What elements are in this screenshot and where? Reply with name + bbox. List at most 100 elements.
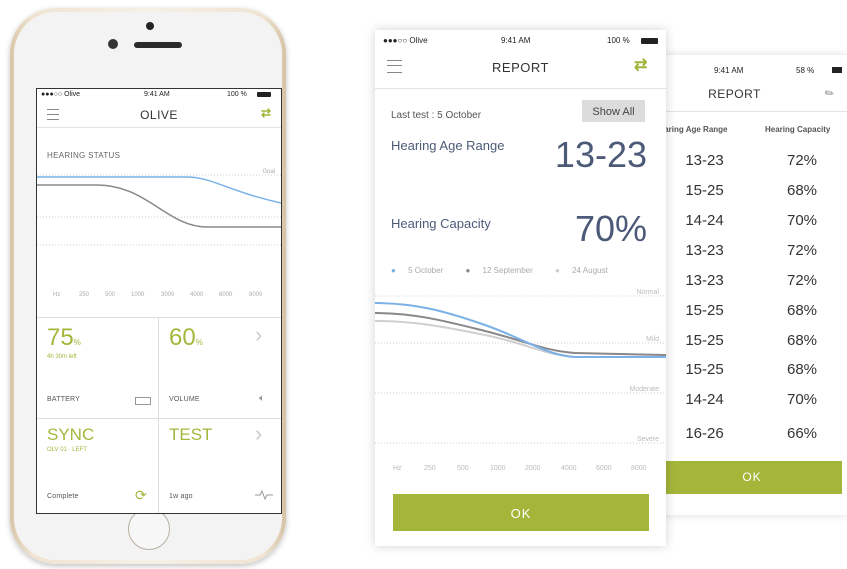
carrier-text: ●●●○○ Olive xyxy=(41,91,81,98)
history-age-cell: 16-26 xyxy=(685,425,724,442)
freq-tick: 1000 xyxy=(490,465,506,472)
header-divider xyxy=(662,111,847,112)
report-title: REPORT xyxy=(708,87,761,101)
speaker-icon: 🔈︎ xyxy=(259,393,265,404)
freq-tick: 6000 xyxy=(219,292,233,298)
app-title: OLIVE xyxy=(140,108,178,122)
volume-tile[interactable]: 60% › VOLUME 🔈︎ xyxy=(159,317,281,418)
last-test-date: Last test : 5 October xyxy=(391,110,482,121)
hearing-status-graph: Goal xyxy=(37,169,281,246)
legend-item: ● 12 September xyxy=(465,266,533,275)
sync-tile[interactable]: SYNC OLV 01 · LEFT Complete ⟳ xyxy=(37,418,159,513)
battery-unit: % xyxy=(73,338,81,347)
freq-tick: 2000 xyxy=(525,465,541,472)
history-age-cell: 13-23 xyxy=(685,242,724,259)
test-value: TEST xyxy=(169,425,213,444)
status-bar: ●●●○○ Olive 9:41 AM 100 % xyxy=(37,89,281,101)
level-moderate: Moderate xyxy=(629,386,659,393)
battery-icon xyxy=(641,38,658,44)
goal-label: Goal xyxy=(262,169,275,175)
ok-button[interactable]: OK xyxy=(393,494,649,531)
report-title: REPORT xyxy=(492,60,549,75)
chevron-right-icon: › xyxy=(255,421,263,446)
chart-legend: ● 5 October ● 12 September ● 24 August xyxy=(391,266,628,275)
history-age-cell: 15-25 xyxy=(685,182,724,199)
col-age-header: Hearing Age Range xyxy=(662,125,728,134)
sync-device: OLV 01 · LEFT xyxy=(47,447,87,453)
battery-text: 58 % xyxy=(796,66,815,75)
sync-value: SYNC xyxy=(47,425,95,444)
history-capacity-cell: 68% xyxy=(786,302,818,319)
swap-icon[interactable]: ⇄ xyxy=(261,106,271,120)
clock-text: 9:41 AM xyxy=(714,66,744,75)
history-capacity-cell: 70% xyxy=(786,212,818,229)
volume-value: 60 xyxy=(169,324,196,351)
history-age-cell: 14-24 xyxy=(685,212,724,229)
freq-tick: 250 xyxy=(424,465,436,472)
hearing-age-label: Hearing Age Range xyxy=(391,138,505,153)
freq-tick: 1000 xyxy=(131,292,145,298)
current-hearing-line xyxy=(37,176,281,204)
chevron-right-icon: › xyxy=(255,322,263,347)
swap-icon[interactable]: ⇄ xyxy=(634,55,647,75)
battery-icon xyxy=(832,67,842,73)
legend-item: ● 5 October xyxy=(391,266,444,275)
history-age-cell: 15-25 xyxy=(685,361,724,378)
earpiece-speaker xyxy=(134,42,182,48)
legend-label: 5 October xyxy=(408,266,444,275)
show-all-button[interactable]: Show All xyxy=(582,100,645,122)
freq-tick: 8000 xyxy=(631,465,647,472)
history-age-cell: 13-23 xyxy=(685,152,724,169)
history-capacity-cell: 70% xyxy=(786,391,818,408)
hearing-capacity-label: Hearing Capacity xyxy=(391,216,491,231)
hearing-capacity-value: 70% xyxy=(574,208,647,249)
level-normal: Normal xyxy=(636,289,659,296)
history-age-cell: 14-24 xyxy=(685,391,724,408)
pulse-icon xyxy=(255,490,273,500)
refresh-icon: ⟳ xyxy=(135,487,147,503)
freq-tick: 500 xyxy=(457,465,469,472)
col-capacity-header: Hearing Capacity xyxy=(765,125,831,134)
freq-tick: Hz xyxy=(53,292,61,298)
legend-label: 24 August xyxy=(572,266,608,275)
home-button[interactable] xyxy=(128,508,170,550)
hearing-curve-chart: Normal Mild Moderate Severe xyxy=(375,289,666,444)
clock-text: 9:41 AM xyxy=(501,36,531,45)
battery-label: BATTERY xyxy=(47,396,81,403)
iphone-device: ●●●○○ Olive 9:41 AM 100 % OLIVE ⇄ HEARIN… xyxy=(10,8,286,564)
series-12-september xyxy=(375,312,666,356)
clock-text: 9:41 AM xyxy=(144,91,170,98)
eraser-icon[interactable]: ✎ xyxy=(822,86,837,101)
volume-label: VOLUME xyxy=(169,396,200,403)
carrier-text: ●●●○○ Olive xyxy=(383,36,428,45)
level-mild: Mild xyxy=(646,336,659,343)
freq-tick: 6000 xyxy=(596,465,612,472)
front-camera xyxy=(146,22,154,30)
freq-tick: 4000 xyxy=(190,292,204,298)
history-age-cell: 15-25 xyxy=(685,332,724,349)
freq-tick: 4000 xyxy=(561,465,577,472)
battery-gauge-icon xyxy=(135,397,151,405)
history-capacity-cell: 72% xyxy=(786,272,818,289)
freq-tick: 250 xyxy=(79,292,90,298)
hearing-age-value: 13-23 xyxy=(554,134,647,175)
report-card: ●●●○○ Olive 9:41 AM 100 % REPORT ⇄ Last … xyxy=(375,30,666,546)
proximity-sensor xyxy=(108,39,118,49)
volume-unit: % xyxy=(195,338,203,347)
history-capacity-cell: 66% xyxy=(786,425,818,442)
previous-hearing-line xyxy=(37,184,281,228)
header-divider xyxy=(375,88,666,89)
battery-text: 100 % xyxy=(607,36,630,45)
history-capacity-cell: 68% xyxy=(786,182,818,199)
history-capacity-cell: 68% xyxy=(786,361,818,378)
battery-value: 75 xyxy=(47,324,74,351)
history-capacity-cell: 68% xyxy=(786,332,818,349)
history-capacity-cell: 72% xyxy=(786,152,818,169)
ok-button[interactable]: OK xyxy=(662,461,842,494)
report-history-card: 9:41 AM 58 % REPORT ✎ Hearing Age Range … xyxy=(662,55,847,515)
legend-label: 12 September xyxy=(482,266,533,275)
freq-tick: 500 xyxy=(105,292,116,298)
battery-tile[interactable]: 75% 4h 30m left BATTERY xyxy=(37,317,159,418)
test-tile[interactable]: TEST › 1w ago xyxy=(159,418,281,513)
status-bar: ●●●○○ Olive 9:41 AM 100 % xyxy=(375,35,666,47)
